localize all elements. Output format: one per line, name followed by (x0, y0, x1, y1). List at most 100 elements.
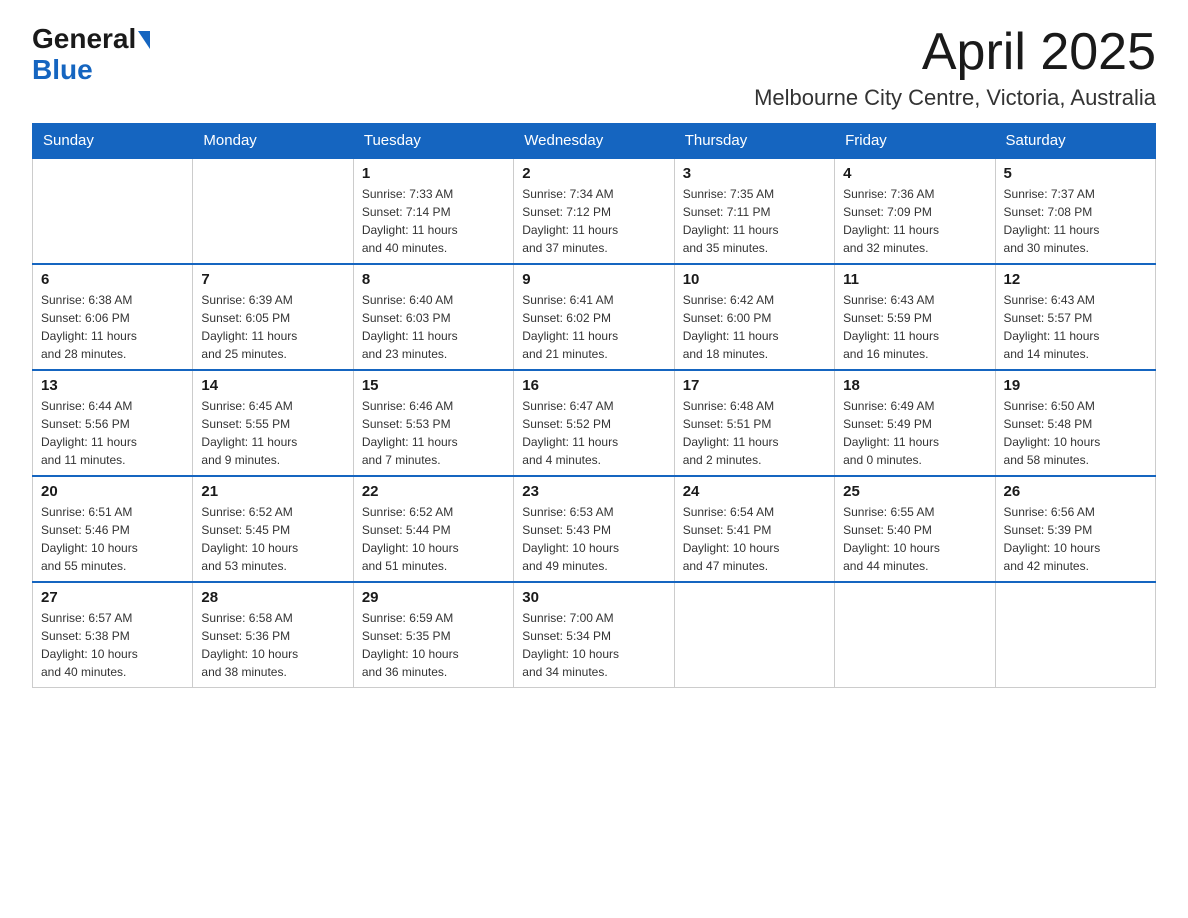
day-info: Sunrise: 6:49 AM Sunset: 5:49 PM Dayligh… (843, 397, 986, 469)
calendar-day-cell: 20Sunrise: 6:51 AM Sunset: 5:46 PM Dayli… (33, 476, 193, 582)
day-info: Sunrise: 7:36 AM Sunset: 7:09 PM Dayligh… (843, 185, 986, 257)
logo-general-text: General (32, 24, 136, 55)
calendar-day-cell: 5 Sunrise: 7:37 AM Sunset: 7:08 PM Daylig… (995, 158, 1155, 264)
calendar-header: SundayMondayTuesdayWednesdayThursdayFrid… (33, 124, 1156, 159)
calendar-day-cell: 29 Sunrise: 6:59 AM Sunset: 5:35 PM Dayli… (353, 582, 513, 688)
calendar-day-cell: 9 Sunrise: 6:41 AM Sunset: 6:02 PM Daylig… (514, 264, 674, 370)
day-number: 16 (522, 377, 665, 394)
calendar-week-row: 27 Sunrise: 6:57 AM Sunset: 5:38 PM Dayli… (33, 582, 1156, 688)
day-info: Sunrise: 6:45 AM Sunset: 5:55 PM Dayligh… (201, 397, 344, 469)
day-number: 22 (362, 483, 505, 500)
calendar-day-cell (33, 158, 193, 264)
day-info: Sunrise: 6:52 AM Sunset: 5:45 PM Dayligh… (201, 503, 344, 575)
day-info: Sunrise: 6:47 AM Sunset: 5:52 PM Dayligh… (522, 397, 665, 469)
calendar-day-cell: 11 Sunrise: 6:43 AM Sunset: 5:59 PM Dayli… (835, 264, 995, 370)
location-title: Melbourne City Centre, Victoria, Austral… (754, 85, 1156, 111)
day-number: 28 (201, 589, 344, 606)
day-number: 20 (41, 483, 184, 500)
day-number: 5 (1004, 165, 1147, 182)
calendar-day-cell: 13Sunrise: 6:44 AM Sunset: 5:56 PM Dayli… (33, 370, 193, 476)
day-number: 17 (683, 377, 826, 394)
calendar-week-row: 6Sunrise: 6:38 AM Sunset: 6:06 PM Daylig… (33, 264, 1156, 370)
calendar-week-row: 13Sunrise: 6:44 AM Sunset: 5:56 PM Dayli… (33, 370, 1156, 476)
day-info: Sunrise: 6:41 AM Sunset: 6:02 PM Dayligh… (522, 291, 665, 363)
calendar-day-cell: 4 Sunrise: 7:36 AM Sunset: 7:09 PM Daylig… (835, 158, 995, 264)
calendar-day-cell (835, 582, 995, 688)
calendar-day-cell (995, 582, 1155, 688)
calendar-day-cell: 14 Sunrise: 6:45 AM Sunset: 5:55 PM Dayli… (193, 370, 353, 476)
day-number: 14 (201, 377, 344, 394)
day-info: Sunrise: 6:43 AM Sunset: 5:59 PM Dayligh… (843, 291, 986, 363)
day-number: 26 (1004, 483, 1147, 500)
calendar-day-cell: 18 Sunrise: 6:49 AM Sunset: 5:49 PM Dayli… (835, 370, 995, 476)
logo-blue-text: Blue (32, 55, 150, 86)
calendar-day-cell: 30 Sunrise: 7:00 AM Sunset: 5:34 PM Dayli… (514, 582, 674, 688)
day-info: Sunrise: 6:53 AM Sunset: 5:43 PM Dayligh… (522, 503, 665, 575)
day-number: 2 (522, 165, 665, 182)
day-number: 18 (843, 377, 986, 394)
day-of-week-header: Sunday (33, 124, 193, 159)
calendar-day-cell: 3 Sunrise: 7:35 AM Sunset: 7:11 PM Daylig… (674, 158, 834, 264)
calendar-day-cell: 28 Sunrise: 6:58 AM Sunset: 5:36 PM Dayli… (193, 582, 353, 688)
calendar-table: SundayMondayTuesdayWednesdayThursdayFrid… (32, 123, 1156, 688)
title-block: April 2025 Melbourne City Centre, Victor… (754, 24, 1156, 111)
calendar-day-cell: 27 Sunrise: 6:57 AM Sunset: 5:38 PM Dayli… (33, 582, 193, 688)
page-header: General Blue April 2025 Melbourne City C… (32, 24, 1156, 111)
day-info: Sunrise: 7:00 AM Sunset: 5:34 PM Dayligh… (522, 609, 665, 681)
day-number: 25 (843, 483, 986, 500)
day-of-week-header: Thursday (674, 124, 834, 159)
day-number: 30 (522, 589, 665, 606)
calendar-day-cell: 8Sunrise: 6:40 AM Sunset: 6:03 PM Daylig… (353, 264, 513, 370)
day-number: 11 (843, 271, 986, 288)
day-of-week-header: Wednesday (514, 124, 674, 159)
calendar-day-cell: 26 Sunrise: 6:56 AM Sunset: 5:39 PM Dayli… (995, 476, 1155, 582)
day-info: Sunrise: 7:35 AM Sunset: 7:11 PM Dayligh… (683, 185, 826, 257)
calendar-day-cell: 22Sunrise: 6:52 AM Sunset: 5:44 PM Dayli… (353, 476, 513, 582)
day-number: 15 (362, 377, 505, 394)
day-info: Sunrise: 6:38 AM Sunset: 6:06 PM Dayligh… (41, 291, 184, 363)
day-number: 3 (683, 165, 826, 182)
day-info: Sunrise: 6:43 AM Sunset: 5:57 PM Dayligh… (1004, 291, 1147, 363)
day-number: 24 (683, 483, 826, 500)
day-number: 10 (683, 271, 826, 288)
day-info: Sunrise: 6:44 AM Sunset: 5:56 PM Dayligh… (41, 397, 184, 469)
calendar-week-row: 20Sunrise: 6:51 AM Sunset: 5:46 PM Dayli… (33, 476, 1156, 582)
month-title: April 2025 (754, 24, 1156, 81)
day-number: 21 (201, 483, 344, 500)
calendar-day-cell: 24Sunrise: 6:54 AM Sunset: 5:41 PM Dayli… (674, 476, 834, 582)
day-of-week-header: Monday (193, 124, 353, 159)
day-info: Sunrise: 6:42 AM Sunset: 6:00 PM Dayligh… (683, 291, 826, 363)
day-number: 27 (41, 589, 184, 606)
day-info: Sunrise: 6:50 AM Sunset: 5:48 PM Dayligh… (1004, 397, 1147, 469)
calendar-day-cell (193, 158, 353, 264)
day-info: Sunrise: 6:55 AM Sunset: 5:40 PM Dayligh… (843, 503, 986, 575)
calendar-day-cell: 7 Sunrise: 6:39 AM Sunset: 6:05 PM Daylig… (193, 264, 353, 370)
day-info: Sunrise: 6:57 AM Sunset: 5:38 PM Dayligh… (41, 609, 184, 681)
day-info: Sunrise: 7:37 AM Sunset: 7:08 PM Dayligh… (1004, 185, 1147, 257)
day-of-week-header: Tuesday (353, 124, 513, 159)
days-of-week-row: SundayMondayTuesdayWednesdayThursdayFrid… (33, 124, 1156, 159)
day-number: 9 (522, 271, 665, 288)
day-info: Sunrise: 6:56 AM Sunset: 5:39 PM Dayligh… (1004, 503, 1147, 575)
calendar-day-cell: 6Sunrise: 6:38 AM Sunset: 6:06 PM Daylig… (33, 264, 193, 370)
calendar-day-cell: 19 Sunrise: 6:50 AM Sunset: 5:48 PM Dayli… (995, 370, 1155, 476)
day-number: 29 (362, 589, 505, 606)
logo: General Blue (32, 24, 150, 86)
calendar-day-cell: 10 Sunrise: 6:42 AM Sunset: 6:00 PM Dayli… (674, 264, 834, 370)
calendar-day-cell: 25 Sunrise: 6:55 AM Sunset: 5:40 PM Dayli… (835, 476, 995, 582)
day-of-week-header: Friday (835, 124, 995, 159)
day-info: Sunrise: 6:48 AM Sunset: 5:51 PM Dayligh… (683, 397, 826, 469)
day-number: 23 (522, 483, 665, 500)
day-info: Sunrise: 6:46 AM Sunset: 5:53 PM Dayligh… (362, 397, 505, 469)
calendar-day-cell (674, 582, 834, 688)
calendar-day-cell: 17 Sunrise: 6:48 AM Sunset: 5:51 PM Dayli… (674, 370, 834, 476)
day-info: Sunrise: 6:40 AM Sunset: 6:03 PM Dayligh… (362, 291, 505, 363)
day-info: Sunrise: 6:59 AM Sunset: 5:35 PM Dayligh… (362, 609, 505, 681)
day-number: 7 (201, 271, 344, 288)
day-info: Sunrise: 6:58 AM Sunset: 5:36 PM Dayligh… (201, 609, 344, 681)
day-number: 4 (843, 165, 986, 182)
calendar-day-cell: 12Sunrise: 6:43 AM Sunset: 5:57 PM Dayli… (995, 264, 1155, 370)
day-number: 19 (1004, 377, 1147, 394)
day-of-week-header: Saturday (995, 124, 1155, 159)
day-info: Sunrise: 6:39 AM Sunset: 6:05 PM Dayligh… (201, 291, 344, 363)
